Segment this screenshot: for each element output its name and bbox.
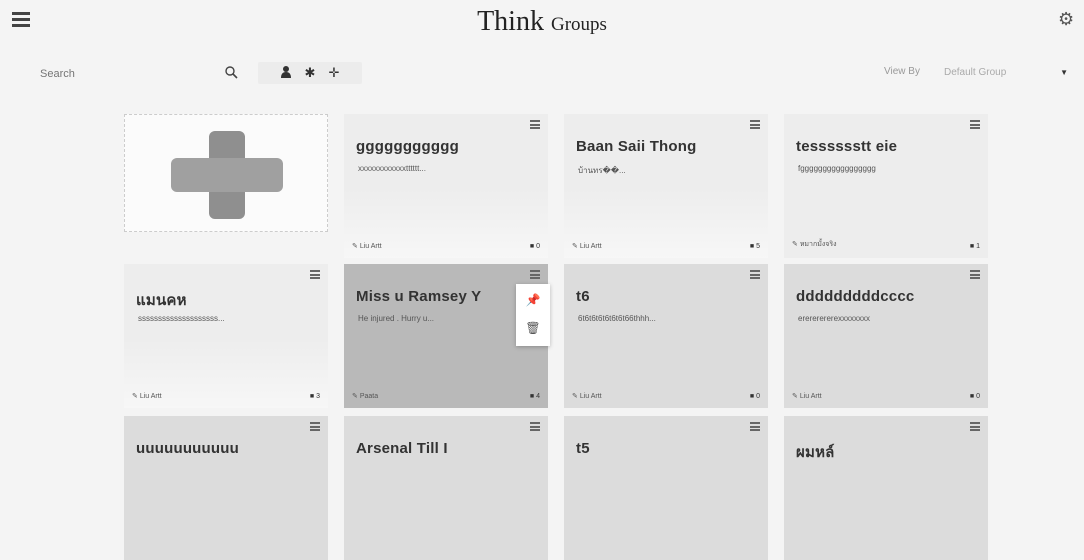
- card-title: Arsenal Till I: [356, 440, 448, 457]
- group-card[interactable]: แมนคห ssssssssssssssssssss... ✎ Liu Artt…: [124, 264, 328, 408]
- card-author: ✎ Liu Artt: [792, 393, 822, 400]
- pin-icon[interactable]: 📌: [525, 292, 541, 308]
- group-card[interactable]: ggggggggggg xxxxxxxxxxxxtttttt... ✎ Liu …: [344, 114, 548, 258]
- group-card[interactable]: dddddddddcccc erererererexxxxxxxx ✎ Liu …: [784, 264, 988, 408]
- comment-count: ■ 0: [749, 393, 760, 400]
- card-title: uuuuuuuuuuu: [136, 440, 239, 457]
- list-icon[interactable]: [970, 270, 980, 279]
- card-title: Baan Saii Thong: [576, 138, 697, 155]
- group-card[interactable]: ผมหล์: [784, 416, 988, 560]
- card-author: ✎ Liu Artt: [132, 393, 162, 400]
- list-icon[interactable]: [750, 120, 760, 129]
- card-title: dddddddddcccc: [796, 288, 915, 305]
- group-card[interactable]: Arsenal Till I: [344, 416, 548, 560]
- group-card[interactable]: t5: [564, 416, 768, 560]
- comment-count: ■ 0: [969, 393, 980, 400]
- card-description: 6t6t6t6t6t6t6t66thhh...: [578, 314, 656, 323]
- caret-down-icon: ▼: [1060, 68, 1068, 77]
- group-select-value: Default Group: [944, 67, 1007, 78]
- comment-count: ■ 1: [969, 243, 980, 250]
- comment-count: ■ 4: [529, 393, 540, 400]
- card-description: He injured . Hurry u...: [358, 314, 435, 323]
- card-author: ✎ Paata: [352, 393, 379, 400]
- list-icon[interactable]: [530, 422, 540, 431]
- card-description: xxxxxxxxxxxxtttttt...: [358, 164, 427, 173]
- group-card[interactable]: tesssssstt eie fggggggggggggggggg ✎ หมาก…: [784, 114, 988, 258]
- comment-count: ■ 3: [309, 393, 320, 400]
- asterisk-icon[interactable]: ✱: [302, 65, 318, 81]
- list-icon[interactable]: [750, 270, 760, 279]
- comment-count: ■ 0: [529, 243, 540, 250]
- move-icon[interactable]: ✛: [326, 65, 342, 81]
- search-input[interactable]: [38, 62, 222, 86]
- list-icon[interactable]: [310, 422, 320, 431]
- list-icon[interactable]: [530, 120, 540, 129]
- list-icon[interactable]: [750, 422, 760, 431]
- add-group-card[interactable]: [124, 114, 328, 232]
- list-icon[interactable]: [530, 270, 540, 279]
- top-bar: Think Groups ⚙: [0, 0, 1084, 46]
- card-title: t6: [576, 288, 590, 305]
- list-icon[interactable]: [970, 422, 980, 431]
- card-author: ✎ Liu Artt: [572, 243, 602, 250]
- card-title: ผมหล์: [796, 444, 835, 461]
- card-author: ✎ หมากมั้งจริง: [792, 241, 837, 248]
- trash-icon[interactable]: 🗑: [525, 320, 541, 336]
- comment-count: ■ 5: [749, 243, 760, 250]
- group-card[interactable]: uuuuuuuuuuu: [124, 416, 328, 560]
- filter-group: ✱ ✛: [258, 62, 362, 84]
- group-select[interactable]: Default Group ▼: [944, 62, 1074, 84]
- card-title: t5: [576, 440, 590, 457]
- card-author: ✎ Liu Artt: [352, 243, 382, 250]
- app-title: Think Groups: [0, 6, 1084, 38]
- card-description: fggggggggggggggggg: [798, 164, 876, 173]
- view-by-label: View By: [884, 66, 920, 77]
- app-title-sub: Groups: [550, 14, 607, 35]
- card-description: บ้านทร��...: [578, 166, 626, 175]
- card-title: Miss u Ramsey Y: [356, 288, 482, 305]
- app-title-main: Think: [477, 6, 544, 37]
- toolbar: ✱ ✛ View By Default Group ▼: [0, 62, 1084, 86]
- group-grid: ggggggggggg xxxxxxxxxxxxtttttt... ✎ Liu …: [124, 114, 988, 560]
- list-icon[interactable]: [970, 120, 980, 129]
- user-icon[interactable]: [278, 65, 294, 81]
- search-icon[interactable]: [224, 65, 238, 79]
- group-card[interactable]: Baan Saii Thong บ้านทร��... ✎ Liu Artt ■…: [564, 114, 768, 258]
- card-description: erererererexxxxxxxx: [798, 314, 871, 323]
- card-title: ggggggggggg: [356, 138, 459, 155]
- card-author: ✎ Liu Artt: [572, 393, 602, 400]
- list-icon[interactable]: [310, 270, 320, 279]
- card-action-popover: 📌 🗑: [516, 284, 550, 346]
- group-card[interactable]: t6 6t6t6t6t6t6t6t66thhh... ✎ Liu Artt ■ …: [564, 264, 768, 408]
- gear-icon[interactable]: ⚙: [1058, 10, 1076, 28]
- card-description: ssssssssssssssssssss...: [138, 314, 225, 323]
- card-title: แมนคห: [136, 292, 187, 309]
- card-title: tesssssstt eie: [796, 138, 898, 155]
